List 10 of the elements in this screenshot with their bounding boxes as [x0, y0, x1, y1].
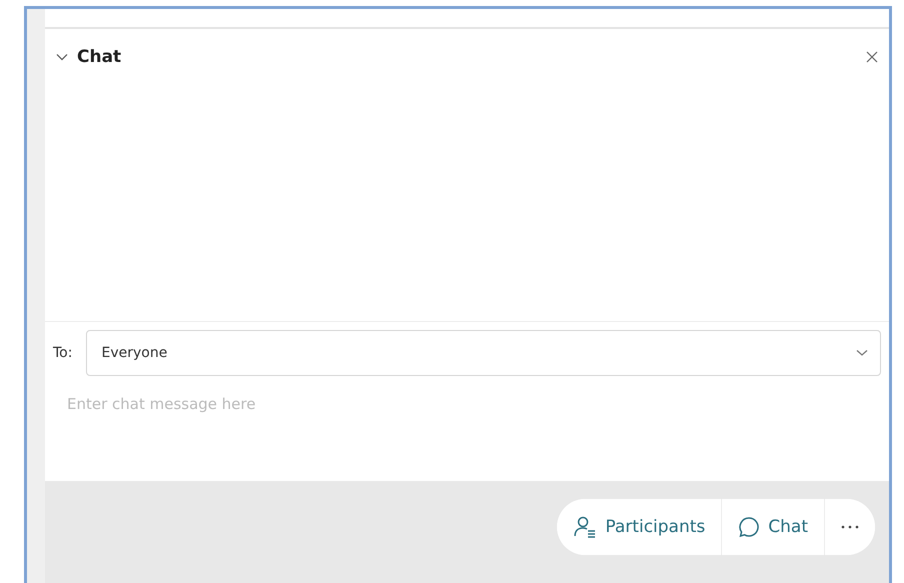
more-icon — [841, 525, 859, 529]
recipient-label: To: — [53, 345, 72, 361]
speech-bubble-icon — [738, 516, 760, 538]
close-icon[interactable] — [865, 50, 879, 64]
toolbar-button[interactable]: Participants — [557, 499, 722, 555]
message-input[interactable]: Enter chat message here — [65, 394, 875, 414]
recipient-dropdown[interactable]: Everyone — [86, 330, 881, 376]
panel-title: Chat — [77, 47, 122, 67]
person-list-icon — [573, 516, 598, 538]
caret-icon — [856, 349, 868, 357]
